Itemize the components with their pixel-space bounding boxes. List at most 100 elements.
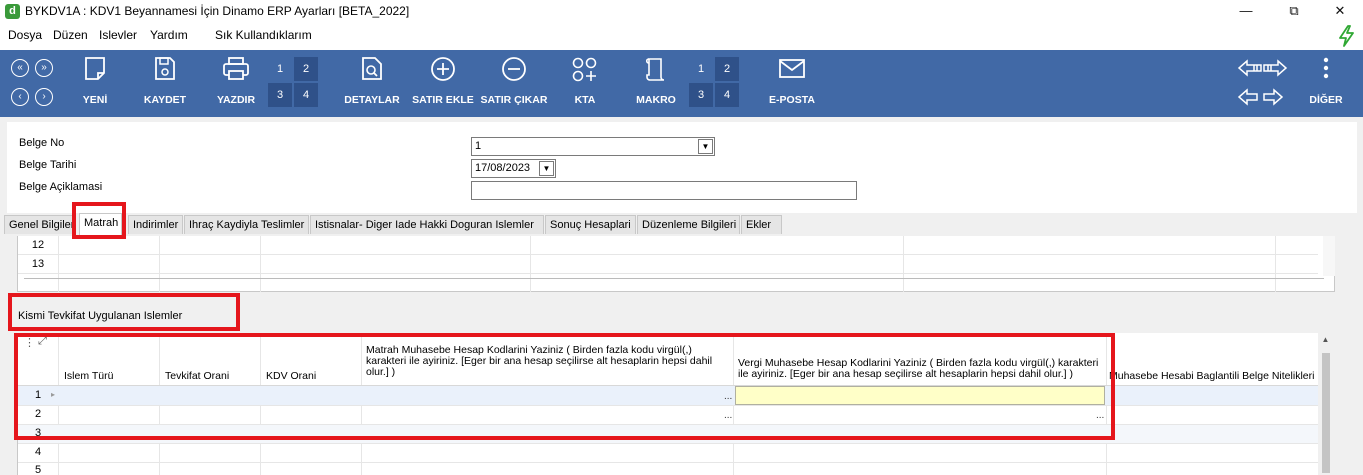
print-slot-2[interactable]: 2 (294, 57, 318, 81)
scroll-up-icon[interactable]: ▲ (1319, 334, 1332, 346)
arrow-right-icon[interactable] (1262, 88, 1284, 106)
new-button[interactable]: YENİ (70, 50, 120, 117)
column-header-islem-turu[interactable]: Islem Türü (64, 371, 113, 382)
tab-istisnalar[interactable]: Istisnalar- Diger Iade Hakki Doguran Isl… (310, 215, 544, 234)
email-label: E-POSTA (769, 94, 815, 106)
plus-circle-icon (431, 57, 455, 81)
grid-column-divider (58, 236, 59, 292)
row-number: 13 (31, 258, 45, 270)
window-title: BYKDV1A : KDV1 Beyannamesi İçin Dinamo E… (25, 4, 410, 18)
menu-duzen[interactable]: Düzen (53, 28, 88, 42)
last-record-icon[interactable]: » (35, 59, 53, 77)
details-button[interactable]: DETAYLAR (340, 50, 404, 117)
matrah-ellipsis-button[interactable]: ... (724, 410, 732, 421)
tab-genel-bilgiler[interactable]: Genel Bilgiler (4, 215, 74, 234)
grid-row-divider (18, 443, 1318, 444)
calendar-dropdown-icon[interactable]: ▼ (539, 161, 554, 176)
column-header-kdv-orani[interactable]: KDV Orani (266, 371, 316, 382)
row-number: 12 (31, 239, 45, 251)
minus-circle-icon (502, 57, 526, 81)
belge-no-label: Belge No (19, 137, 65, 149)
print-slot-1[interactable]: 1 (268, 57, 292, 81)
more-label: DİĞER (1309, 94, 1343, 106)
grid-column-divider (530, 236, 531, 292)
print-slot-4[interactable]: 4 (294, 83, 318, 107)
belge-tarihi-date-picker[interactable]: 17/08/2023 ▼ (471, 159, 556, 178)
column-header-vergi-hesap-kodlari[interactable]: Vergi Muhasebe Hesap Kodlarini Yaziniz (… (738, 358, 1103, 380)
scrollbar-thumb[interactable] (1322, 353, 1330, 473)
matrah-ellipsis-button[interactable]: ... (724, 391, 732, 402)
belge-tarihi-value: 17/08/2023 (475, 162, 531, 174)
next-record-icon[interactable]: › (35, 88, 53, 106)
arrow-left-icon[interactable] (1237, 88, 1259, 106)
table-row[interactable] (18, 386, 1334, 405)
macro-slot-1[interactable]: 1 (689, 57, 713, 81)
tab-matrah[interactable]: Matrah (79, 213, 122, 235)
save-icon (155, 57, 175, 80)
document-header-panel: Belge No 1 ▼ Belge Tarihi 17/08/2023 ▼ B… (7, 122, 1357, 214)
previous-record-icon[interactable]: ‹ (11, 88, 29, 106)
tab-indirimler[interactable]: Indirimler (128, 215, 183, 234)
scroll-icon (645, 58, 665, 81)
matrah-grid: 12 13 (17, 236, 1335, 292)
grid-column-divider (1275, 236, 1276, 292)
print-number-grid: 1 2 3 4 (268, 57, 320, 107)
column-header-matrah-hesap-kodlari[interactable]: Matrah Muhasebe Hesap Kodlarini Yaziniz … (366, 345, 728, 378)
minimize-button[interactable]: — (1223, 0, 1269, 23)
lightning-icon[interactable] (1337, 25, 1357, 47)
menu-sik-kullandiklarim[interactable]: Sık Kullandıklarım (215, 28, 312, 42)
kta-button[interactable]: KTA (565, 50, 605, 117)
first-record-icon[interactable]: « (11, 59, 29, 77)
macro-number-grid: 1 2 3 4 (689, 57, 741, 107)
kismi-tevkifat-grid: ⋮ ⤢ Islem Türü Tevkifat Orani KDV Orani … (17, 333, 1334, 475)
belge-tarihi-label: Belge Tarihi (19, 159, 77, 171)
belge-no-select[interactable]: 1 ▼ (471, 137, 715, 156)
restore-button[interactable]: ⧉ (1271, 0, 1317, 23)
expand-icon[interactable]: ⤢ (38, 335, 47, 348)
row-number: 3 (34, 427, 42, 439)
print-label: YAZDIR (216, 94, 256, 106)
vergi-hesap-kodlari-input[interactable] (735, 386, 1105, 405)
current-row-indicator-icon: ▸ (51, 390, 56, 399)
add-row-label: SATIR EKLE (412, 94, 474, 106)
tab-ekler[interactable]: Ekler (741, 215, 782, 234)
belge-aciklamasi-input[interactable] (471, 181, 857, 200)
print-slot-3[interactable]: 3 (268, 83, 292, 107)
column-header-belge-nitelikleri[interactable]: Muhasebe Hesabi Baglantili Belge Nitelik… (1109, 371, 1334, 382)
vertical-scrollbar[interactable]: ▲ (1318, 333, 1334, 475)
remove-row-button[interactable]: SATIR ÇIKAR (479, 50, 549, 117)
tab-ihrac-kaydiyla-teslimler[interactable]: Ihraç Kaydiyla Teslimler (184, 215, 309, 234)
menu-islevler[interactable]: Islevler (99, 28, 137, 42)
tab-sonuc-hesaplari[interactable]: Sonuç Hesaplari (545, 215, 636, 234)
menu-yardim[interactable]: Yardım (150, 28, 188, 42)
tab-duzenleme-bilgileri[interactable]: Düzenleme Bilgileri (637, 215, 740, 234)
macro-slot-4[interactable]: 4 (715, 83, 739, 107)
add-row-button[interactable]: SATIR EKLE (410, 50, 476, 117)
save-button[interactable]: KAYDET (140, 50, 190, 117)
chevron-down-icon[interactable]: ▼ (698, 139, 713, 154)
close-button[interactable]: ✕ (1317, 0, 1363, 23)
double-arrow-left-icon[interactable] (1237, 59, 1263, 77)
row-number: 4 (34, 446, 42, 458)
row-number: 2 (34, 408, 42, 420)
app-window: d BYKDV1A : KDV1 Beyannamesi İçin Dinamo… (0, 0, 1363, 475)
macro-slot-2[interactable]: 2 (715, 57, 739, 81)
macro-slot-3[interactable]: 3 (689, 83, 713, 107)
belge-aciklamasi-label: Belge Açiklamasi (19, 181, 103, 193)
more-button[interactable]: DİĞER (1306, 50, 1346, 117)
vertical-scrollbar[interactable] (1323, 236, 1335, 276)
print-button[interactable]: YAZDIR (211, 50, 261, 117)
printer-icon (223, 57, 249, 80)
horizontal-scrollbar[interactable] (24, 278, 1324, 279)
new-document-icon (85, 57, 105, 80)
menu-dosya[interactable]: Dosya (8, 28, 42, 42)
macro-button[interactable]: MAKRO (630, 50, 682, 117)
grid-row-divider (18, 405, 1318, 406)
vergi-ellipsis-button[interactable]: ... (1096, 410, 1104, 421)
email-button[interactable]: E-POSTA (762, 50, 822, 117)
grid-row-divider (18, 254, 1318, 255)
column-header-tevkifat-orani[interactable]: Tevkifat Orani (165, 371, 229, 382)
table-row[interactable] (18, 425, 1334, 444)
double-arrow-right-icon[interactable] (1262, 59, 1288, 77)
grid-options-icon[interactable]: ⋮ (24, 336, 35, 349)
